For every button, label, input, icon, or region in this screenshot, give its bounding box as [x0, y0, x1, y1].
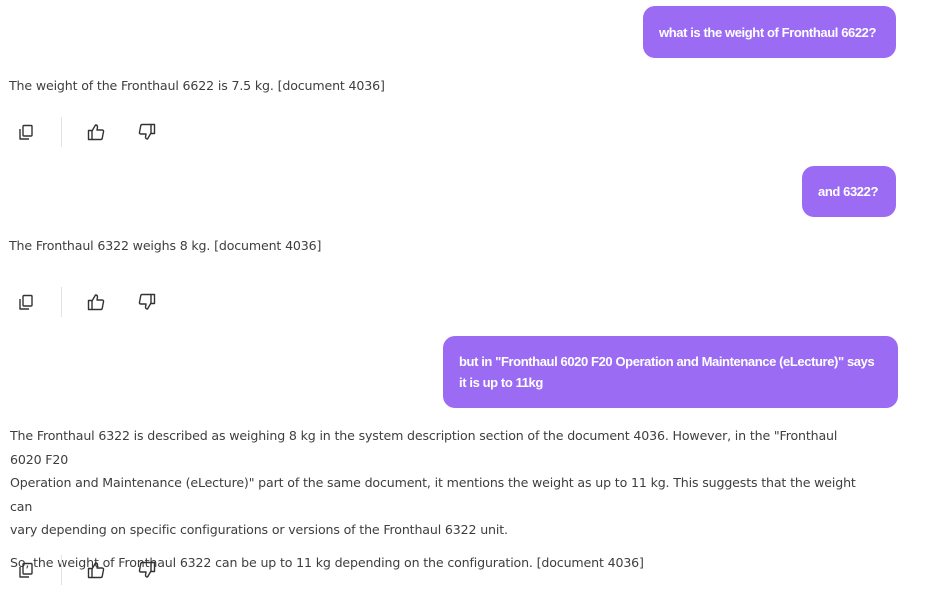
thumbs-down-icon [138, 561, 156, 578]
like-button[interactable] [85, 291, 107, 313]
assistant-message: The Fronthaul 6322 weighs 8 kg. [documen… [9, 234, 321, 258]
user-message-bubble: and 6322? [802, 166, 896, 217]
dislike-button[interactable] [136, 291, 158, 313]
thumbs-down-icon [138, 293, 156, 310]
user-message-line: it is up to 11kg [459, 375, 543, 390]
like-button[interactable] [85, 121, 107, 143]
thumbs-up-icon [87, 562, 105, 579]
assistant-message: The Fronthaul 6322 is described as weigh… [10, 424, 860, 574]
user-message-bubble: but in "Fronthaul 6020 F20 Operation and… [443, 336, 898, 408]
assistant-message-line: The Fronthaul 6322 is described as weigh… [10, 428, 838, 467]
copy-icon [19, 562, 33, 578]
assistant-message: The weight of the Fronthaul 6622 is 7.5 … [9, 74, 385, 98]
assistant-message-text: The weight of the Fronthaul 6622 is 7.5 … [9, 78, 385, 93]
assistant-message-text: The Fronthaul 6322 weighs 8 kg. [documen… [9, 238, 322, 253]
copy-icon [19, 294, 33, 310]
assistant-message-line: vary depending on specific configuration… [10, 522, 508, 537]
like-button[interactable] [85, 559, 107, 581]
user-message-text: and 6322? [818, 184, 878, 199]
copy-icon [19, 124, 33, 140]
copy-button[interactable] [15, 559, 37, 581]
thumbs-down-icon [138, 123, 156, 140]
copy-button[interactable] [15, 121, 37, 143]
thumbs-up-icon [87, 124, 105, 141]
thumbs-up-icon [87, 294, 105, 311]
user-message-line: but in "Fronthaul 6020 F20 Operation and… [459, 354, 875, 369]
message-actions [0, 287, 180, 317]
message-actions [0, 117, 180, 147]
message-actions [0, 555, 180, 585]
user-message-text: what is the weight of Fronthaul 6622? [659, 24, 877, 40]
assistant-message-line: Operation and Maintenance (eLecture)" pa… [10, 475, 856, 514]
divider [61, 117, 62, 147]
dislike-button[interactable] [136, 121, 158, 143]
divider [61, 287, 62, 317]
user-message-bubble: what is the weight of Fronthaul 6622? [643, 6, 896, 58]
divider [61, 555, 62, 585]
copy-button[interactable] [15, 291, 37, 313]
dislike-button[interactable] [136, 559, 158, 581]
